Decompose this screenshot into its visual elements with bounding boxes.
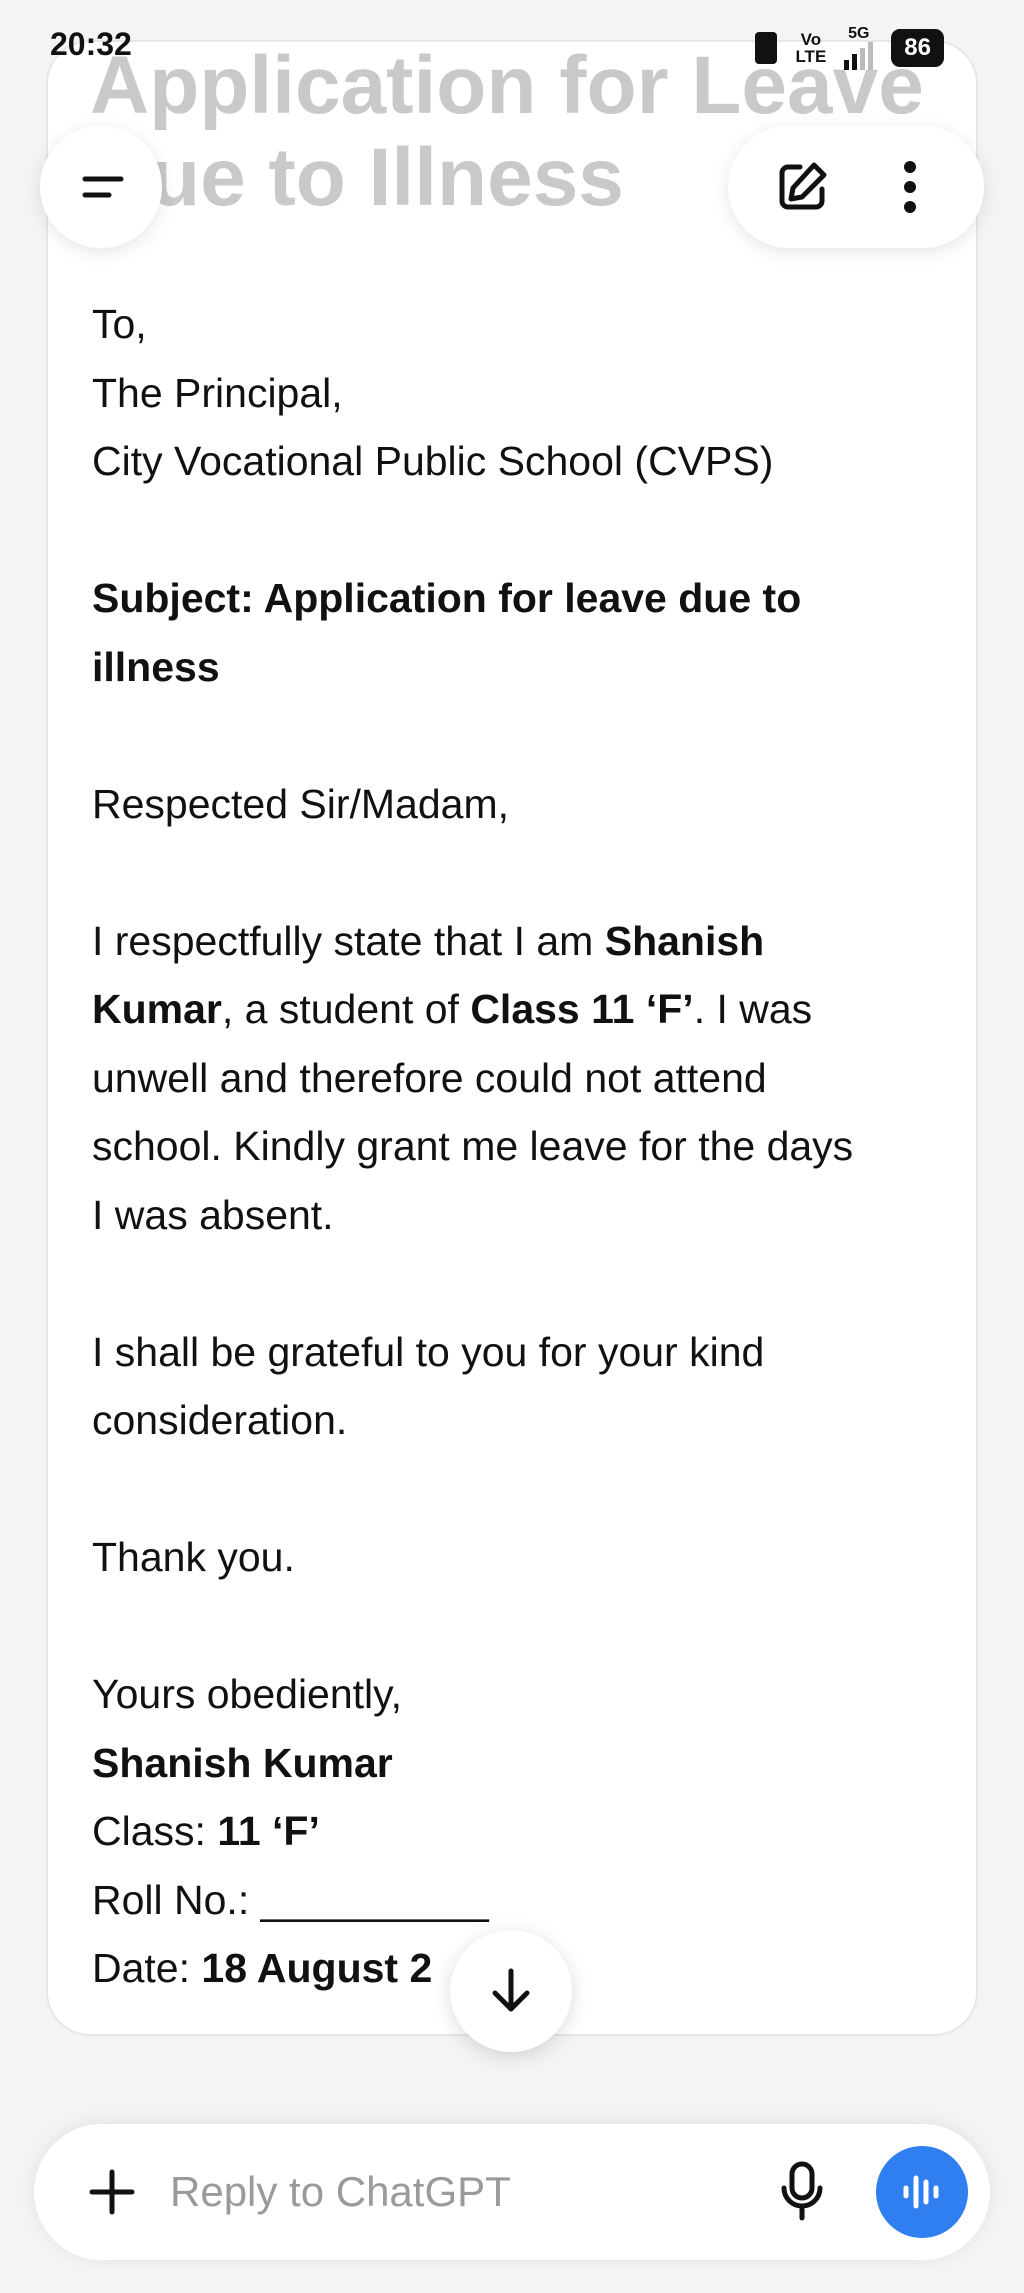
letter-paragraph-2: I shall be grateful to you for your kind… bbox=[92, 1328, 765, 1444]
waveform-icon bbox=[903, 2175, 939, 2209]
status-icons: Vo LTE 5G 86 bbox=[755, 26, 944, 70]
message-input[interactable]: Reply to ChatGPT bbox=[170, 2168, 511, 2216]
more-vertical-icon bbox=[904, 161, 916, 213]
letter-roll: Roll No.: __________ bbox=[92, 1876, 489, 1923]
scroll-down-button[interactable] bbox=[450, 1930, 572, 2052]
letter-subject: Subject: Application for leave due to bbox=[92, 575, 802, 621]
more-button[interactable] bbox=[870, 147, 950, 227]
letter-paragraph-1: I respectfully state that I am Shanish K… bbox=[92, 917, 854, 1238]
battery-icon: 86 bbox=[891, 29, 944, 67]
plus-icon bbox=[89, 2169, 135, 2215]
letter-subject-cont: illness bbox=[92, 643, 220, 690]
status-bar: 20:32 Vo LTE 5G 86 bbox=[0, 0, 1024, 80]
vibrate-icon bbox=[755, 32, 778, 64]
letter-school: City Vocational Public School (CVPS) bbox=[92, 438, 774, 484]
network-5g-icon: 5G bbox=[844, 26, 874, 70]
volte-icon: Vo LTE bbox=[795, 30, 827, 66]
dictate-button[interactable] bbox=[764, 2154, 840, 2230]
add-attachment-button[interactable] bbox=[78, 2158, 146, 2226]
microphone-icon bbox=[781, 2161, 823, 2221]
letter-salutation: Respected Sir/Madam, bbox=[92, 780, 510, 827]
message-composer: Reply to ChatGPT bbox=[34, 2124, 990, 2260]
voice-mode-button[interactable] bbox=[876, 2146, 968, 2238]
edit-icon bbox=[779, 162, 827, 210]
menu-button[interactable] bbox=[40, 126, 162, 248]
letter-to: To, bbox=[92, 301, 147, 347]
new-chat-button[interactable] bbox=[762, 147, 842, 227]
letter-closing: Yours obediently, bbox=[92, 1671, 403, 1717]
menu-icon bbox=[82, 176, 124, 198]
status-time: 20:32 bbox=[50, 26, 132, 62]
signal-icon bbox=[844, 42, 874, 70]
arrow-down-icon bbox=[492, 1968, 530, 2012]
letter-body: To, The Principal, City Vocational Publi… bbox=[92, 290, 952, 2003]
header-actions bbox=[728, 126, 984, 248]
letter-recipient: The Principal, bbox=[92, 369, 343, 416]
letter-signature-name: Shanish Kumar bbox=[92, 1739, 393, 1786]
letter-class: Class: 11 ‘F’ bbox=[92, 1808, 320, 1854]
letter-thanks: Thank you. bbox=[92, 1534, 295, 1580]
